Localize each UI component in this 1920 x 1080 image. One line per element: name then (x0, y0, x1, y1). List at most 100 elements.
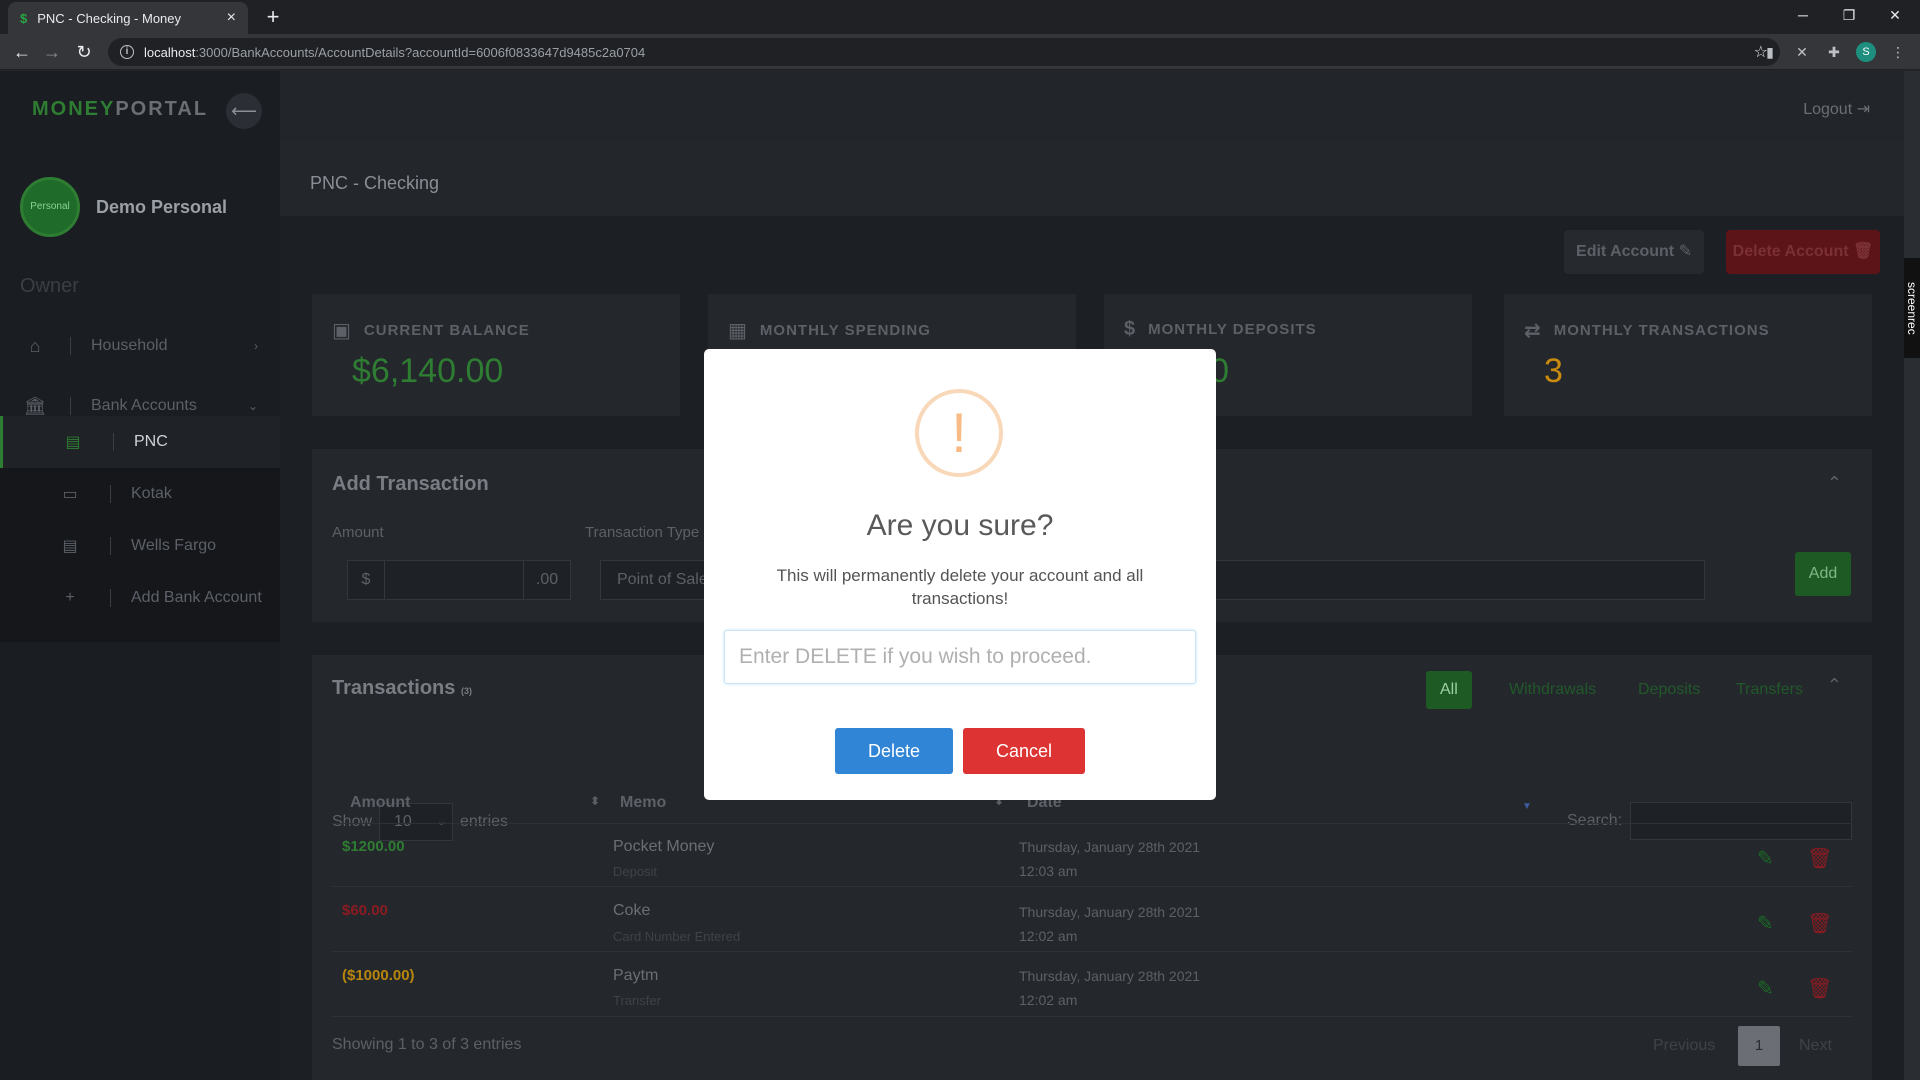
minimize-icon[interactable]: ─ (1780, 0, 1826, 30)
pagination-previous[interactable]: Previous (1653, 1037, 1715, 1055)
sidebar: MONEYPORTAL ⟵ Personal Demo Personal Own… (0, 71, 280, 1080)
transaction-type-label: Transaction Type (585, 524, 700, 541)
chevron-up-icon[interactable]: ⌃ (1827, 675, 1842, 696)
close-window-icon[interactable]: ✕ (1872, 0, 1918, 30)
chevron-up-icon[interactable]: ⌃ (1827, 473, 1842, 494)
card-label: CURRENT BALANCE (363, 322, 530, 339)
info-icon[interactable]: i (120, 45, 134, 59)
screenrec-badge[interactable]: screenrec (1904, 258, 1920, 358)
edit-icon[interactable]: ✎ (1757, 976, 1774, 1001)
page-size-value: 10 (394, 813, 412, 830)
exchange-arrows-icon: ⇄ (1524, 320, 1542, 342)
sidebar-item-add-bank-account[interactable]: + Add Bank Account (0, 572, 280, 624)
confirm-delete-button[interactable]: Delete (835, 728, 953, 774)
filter-withdrawals[interactable]: Withdrawals (1495, 671, 1610, 709)
user-role: Owner (20, 275, 79, 297)
sidebar-item-wells-fargo[interactable]: ▤ Wells Fargo (0, 520, 280, 572)
row-sub: Deposit (613, 864, 658, 879)
sidebar-item-label: PNC (134, 433, 168, 450)
sidebar-item-kotak[interactable]: ▭ Kotak (0, 468, 280, 520)
url-host: localhost (144, 44, 196, 60)
row-memo: Coke (613, 902, 651, 919)
forward-icon[interactable]: → (40, 40, 64, 64)
tab-close-icon[interactable]: × (227, 9, 236, 27)
row-divider (332, 886, 1852, 887)
reload-icon[interactable]: ↻ (72, 40, 96, 64)
row-date: Thursday, January 28th 2021 (1019, 839, 1201, 855)
memo-input[interactable] (1200, 560, 1705, 600)
card-label: MONTHLY TRANSACTIONS (1553, 322, 1770, 339)
new-tab-icon[interactable]: + (260, 4, 286, 30)
cents-addon: .00 (523, 560, 571, 600)
row-divider (332, 1016, 1852, 1017)
pagination-page-1[interactable]: 1 (1738, 1026, 1780, 1066)
restore-icon[interactable]: ❐ (1826, 0, 1872, 30)
show-label: Show (332, 813, 373, 830)
trash-icon[interactable]: 🗑 (1807, 976, 1832, 1001)
edit-icon[interactable]: ✎ (1757, 846, 1774, 871)
column-memo[interactable]: Memo (620, 794, 666, 812)
add-transaction-button[interactable]: Add (1795, 552, 1851, 596)
row-amount: $60.00 (342, 902, 388, 919)
transactions-title: Transactions (3) (332, 677, 472, 700)
row-date: Thursday, January 28th 2021 (1019, 904, 1201, 920)
top-bar: Logout ⇥ (280, 71, 1904, 141)
chevron-down-icon: ⌄ (436, 816, 446, 828)
brand-part-2: PORTAL (115, 98, 209, 120)
divider (110, 485, 111, 503)
logout-link[interactable]: Logout ⇥ (1803, 99, 1870, 119)
profile-avatar[interactable]: S (1856, 42, 1876, 62)
sidebar-item-label: Add Bank Account (131, 589, 262, 606)
sidebar-item-label: Kotak (131, 485, 172, 502)
page-scrollbar[interactable] (1904, 71, 1920, 1080)
filter-transfers[interactable]: Transfers (1722, 671, 1817, 709)
row-sub: Transfer (613, 993, 661, 1008)
row-sub: Card Number Entered (613, 929, 741, 944)
confirm-delete-dialog: ! Are you sure? This will permanently de… (704, 349, 1216, 800)
browser-tab[interactable]: $ PNC - Checking - Money × (8, 2, 248, 34)
pagination-next[interactable]: Next (1799, 1037, 1832, 1055)
amount-label: Amount (332, 524, 384, 541)
trash-icon[interactable]: 🗑 (1807, 911, 1832, 936)
edit-icon[interactable]: ✎ (1757, 911, 1774, 936)
amount-input[interactable] (384, 560, 524, 600)
row-time: 12:03 am (1019, 863, 1078, 879)
entries-label: entries (460, 813, 509, 830)
extensions-puzzle-icon[interactable]: ✚ (1824, 42, 1844, 62)
brand-logo[interactable]: MONEYPORTAL (32, 98, 208, 121)
hand-holding-dollar-icon: $ (1124, 318, 1137, 340)
filter-all[interactable]: All (1426, 671, 1472, 709)
tab-title: PNC - Checking - Money (37, 10, 182, 26)
card-label: MONTHLY DEPOSITS (1148, 321, 1317, 338)
sidebar-item-label: Bank Accounts (91, 397, 197, 414)
edit-icon: ✎ (1678, 243, 1692, 260)
transactions-count: (3) (460, 686, 472, 696)
collapse-sidebar-button[interactable]: ⟵ (226, 93, 262, 129)
row-time: 12:02 am (1019, 992, 1078, 1008)
sort-desc-icon[interactable]: ▼ (1522, 801, 1532, 812)
column-amount[interactable]: Amount (350, 794, 410, 812)
trash-icon[interactable]: 🗑 (1807, 846, 1832, 871)
extension-x-icon[interactable]: ✕ (1792, 42, 1812, 62)
extension-icon[interactable]: ▮ (1760, 42, 1780, 62)
back-icon[interactable]: ← (10, 40, 34, 64)
search-label: Search: (1567, 812, 1623, 829)
sidebar-item-pnc[interactable]: ▤ PNC (0, 416, 280, 468)
sidebar-item-household[interactable]: ⌂ Household › (0, 321, 280, 371)
row-memo: Paytm (613, 967, 659, 984)
cancel-button[interactable]: Cancel (963, 728, 1085, 774)
edit-account-button[interactable]: Edit Account ✎ (1564, 230, 1704, 274)
address-bar[interactable]: i localhost:3000/BankAccounts/AccountDet… (108, 38, 1780, 66)
confirm-delete-input[interactable] (724, 630, 1196, 684)
delete-account-button[interactable]: Delete Account 🗑 (1726, 230, 1880, 274)
row-date: Thursday, January 28th 2021 (1019, 968, 1201, 984)
divider (70, 397, 71, 415)
row-time: 12:02 am (1019, 928, 1078, 944)
search-input[interactable] (1630, 802, 1852, 840)
sort-icon[interactable]: ⬍ (590, 794, 600, 808)
filter-deposits[interactable]: Deposits (1624, 671, 1714, 709)
browser-tab-bar: $ PNC - Checking - Money × + ─ ❐ ✕ (0, 0, 1920, 34)
chevron-right-icon: › (254, 339, 258, 353)
menu-kebab-icon[interactable]: ⋮ (1888, 42, 1908, 62)
credit-card-icon: ▭ (62, 486, 78, 503)
